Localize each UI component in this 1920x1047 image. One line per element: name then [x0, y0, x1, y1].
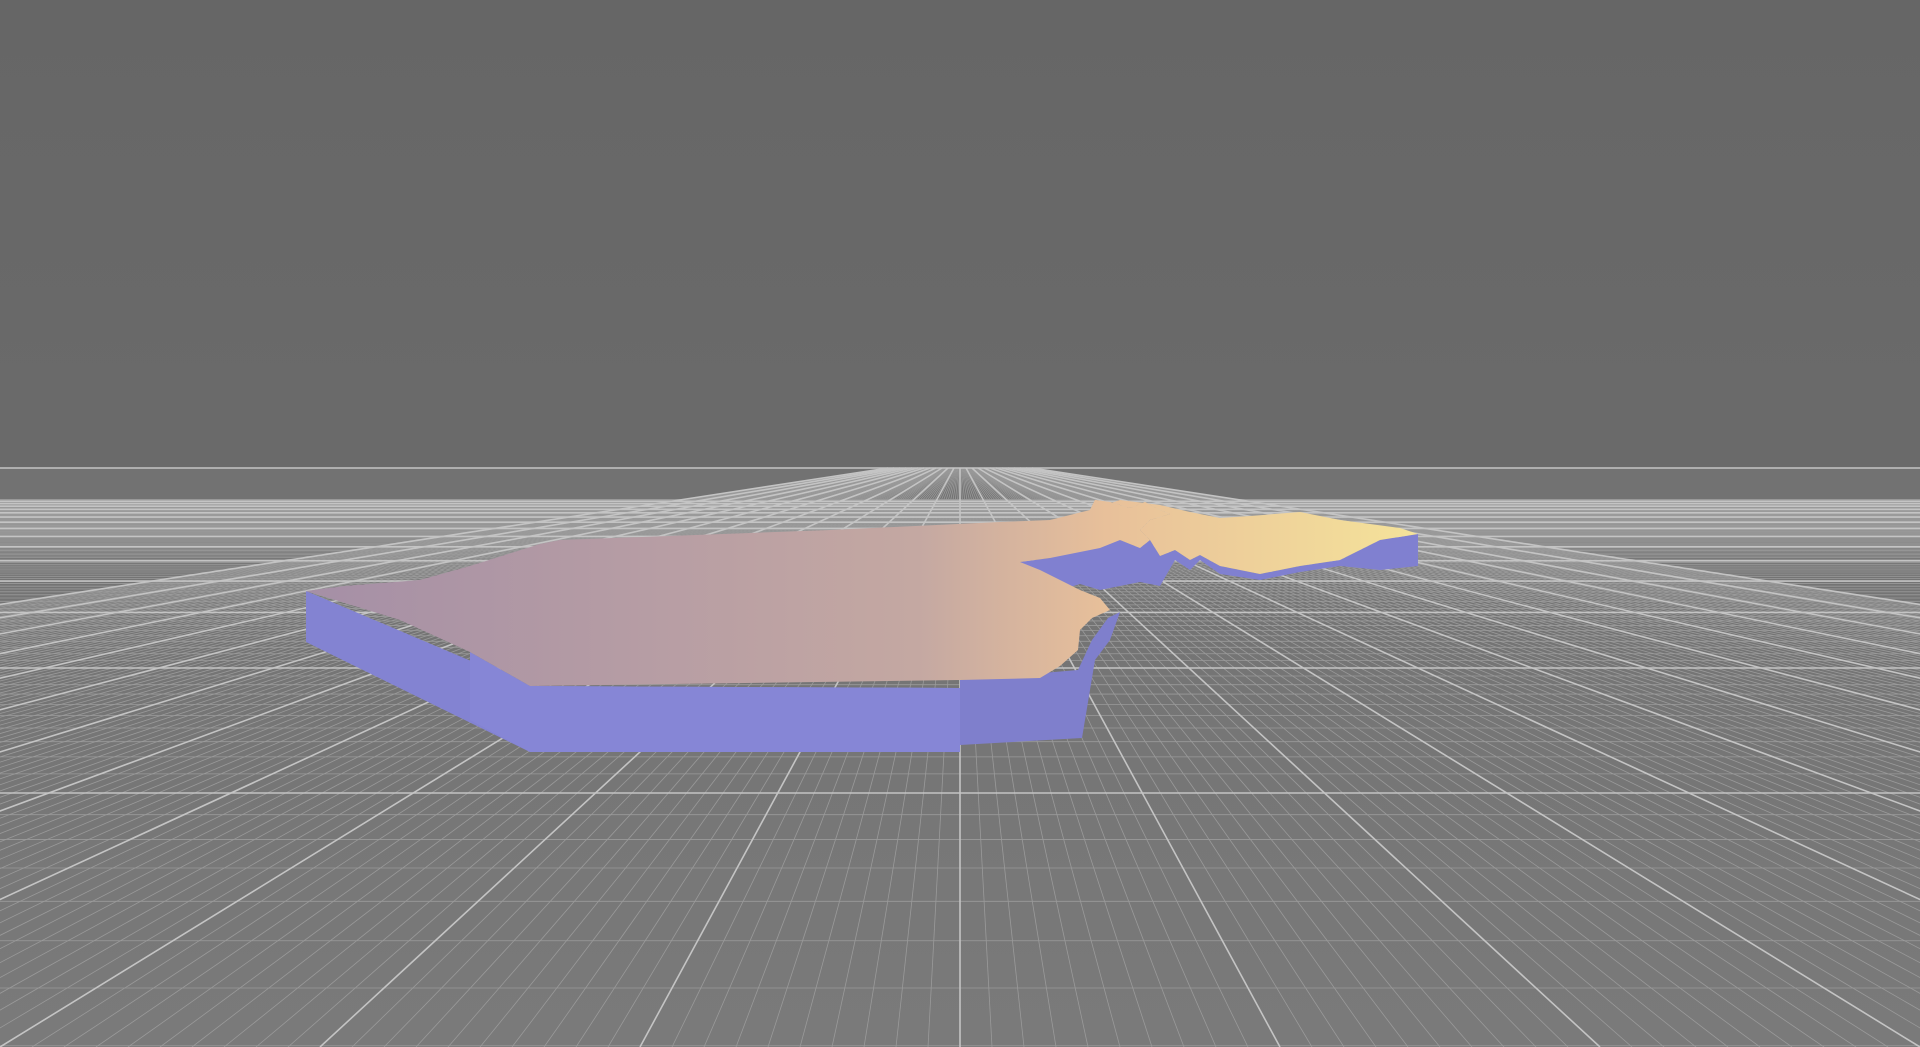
- 3d-viewport[interactable]: [0, 0, 1920, 1047]
- viewport-canvas[interactable]: [0, 0, 1920, 1047]
